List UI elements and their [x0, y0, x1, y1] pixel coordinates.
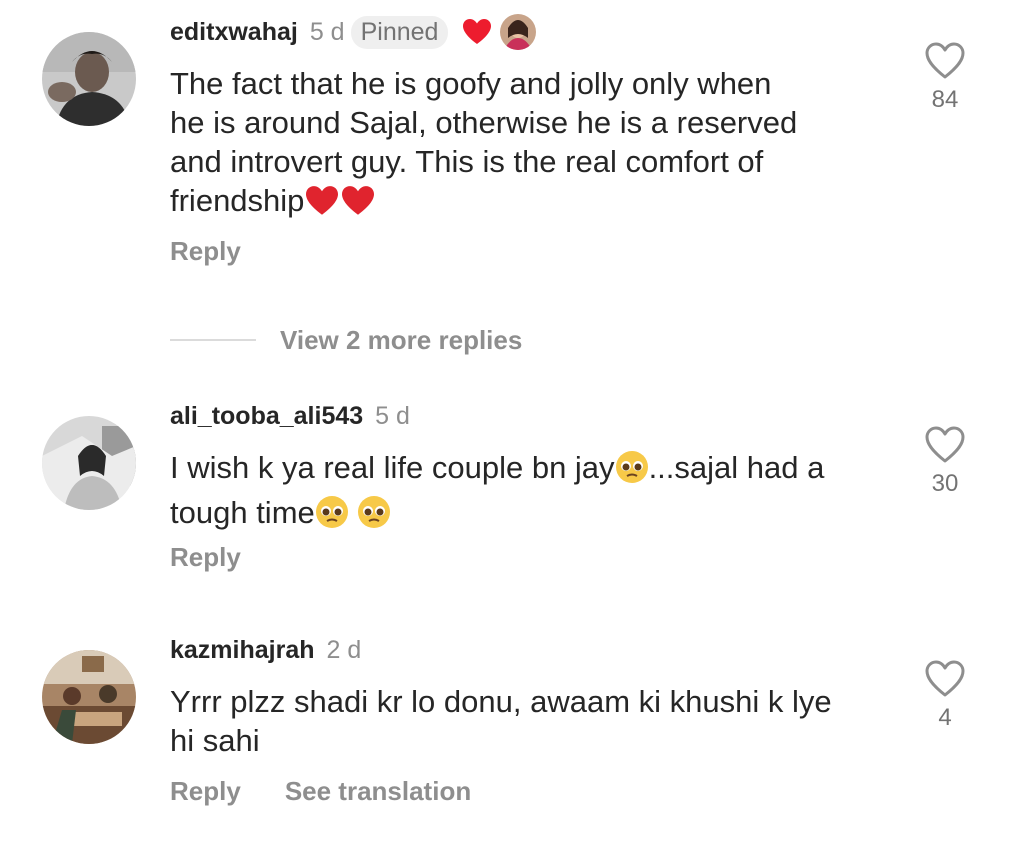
comment-text: The fact that he is goofy and jolly only… — [170, 64, 890, 226]
comment-actions: Reply — [170, 236, 241, 267]
avatar-image — [42, 32, 136, 126]
heart-outline-icon[interactable] — [925, 42, 965, 80]
heart-outline-icon[interactable] — [925, 660, 965, 698]
username[interactable]: editxwahaj — [170, 18, 298, 47]
creator-avatar — [500, 14, 537, 50]
reply-button[interactable]: Reply — [170, 542, 241, 573]
comment-actions: Reply See translation — [170, 776, 471, 807]
pinned-badge: Pinned — [350, 15, 449, 49]
heart-outline-icon[interactable] — [925, 426, 965, 464]
like-count: 4 — [938, 704, 952, 731]
reply-button[interactable]: Reply — [170, 776, 241, 807]
like-control: 4 — [918, 660, 972, 732]
like-count: 30 — [931, 470, 959, 497]
see-translation-button[interactable]: See translation — [285, 776, 471, 807]
divider — [170, 339, 256, 341]
pleading-face-emoji — [357, 495, 391, 538]
username[interactable]: ali_tooba_ali543 — [170, 402, 363, 431]
pleading-face-emoji — [615, 450, 649, 493]
comment-meta: kazmihajrah 2 d — [170, 630, 361, 670]
timestamp: 5 d — [375, 401, 410, 430]
timestamp: 2 d — [326, 635, 362, 664]
comment-text: Yrrr plzz shadi kr lo donu, awaam ki khu… — [170, 684, 832, 758]
username[interactable]: kazmihajrah — [170, 636, 315, 665]
avatar[interactable] — [42, 650, 136, 744]
like-control: 30 — [918, 426, 972, 498]
comment-text: I wish k ya real life couple bn jay ...sa… — [170, 448, 890, 538]
avatar[interactable] — [42, 416, 136, 510]
comment-meta: editxwahaj 5 d Pinned — [170, 12, 537, 52]
red-heart-emoji — [340, 185, 376, 226]
view-replies-label: View 2 more replies — [280, 324, 523, 355]
avatar[interactable] — [42, 32, 136, 126]
creator-heart-icon — [462, 18, 492, 46]
red-heart-emoji — [304, 185, 340, 226]
comment-actions: Reply — [170, 542, 241, 573]
like-count: 84 — [931, 86, 959, 113]
avatar-image — [42, 416, 136, 510]
pleading-face-emoji — [315, 495, 349, 538]
view-replies-button[interactable]: View 2 more replies — [170, 320, 522, 360]
like-control: 84 — [918, 42, 972, 114]
avatar-image — [42, 650, 136, 744]
reply-button[interactable]: Reply — [170, 236, 241, 267]
comment-meta: ali_tooba_ali543 5 d — [170, 396, 410, 436]
timestamp: 5 d — [309, 17, 345, 46]
